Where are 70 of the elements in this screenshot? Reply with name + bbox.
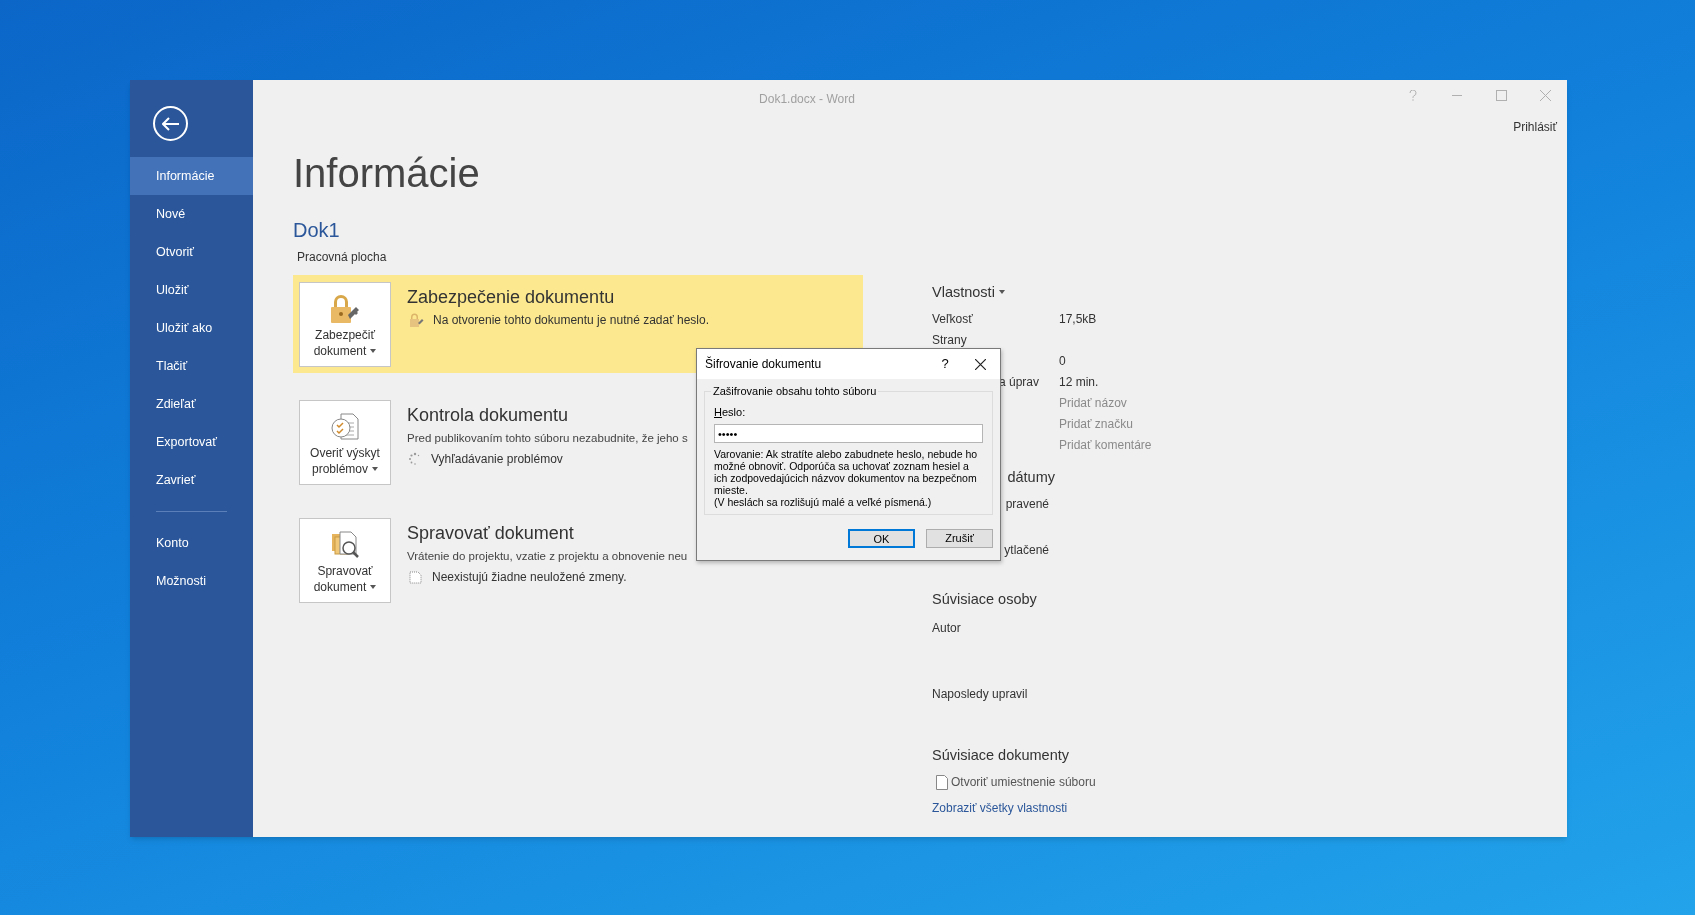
section-button[interactable]: Spravovať dokument bbox=[299, 518, 391, 603]
section-description: Vrátenie do projektu, vzatie z projektu a obnovenie neu bbox=[407, 549, 688, 564]
property-label: ytlačené bbox=[1004, 541, 1049, 559]
section-button[interactable]: Zabezpečiť dokument bbox=[299, 282, 391, 367]
section-heading: dátumy bbox=[1007, 468, 1055, 487]
note-text: (V heslách sa rozlišujú malé a veľké písmená.) bbox=[714, 495, 933, 508]
page-title: Informácie bbox=[293, 153, 481, 193]
section-button[interactable]: Overiť výskyt problémov bbox=[299, 400, 391, 485]
document-check-icon bbox=[329, 411, 361, 443]
section-title: Zabezpečenie dokumentu bbox=[407, 286, 616, 308]
help-icon bbox=[1409, 89, 1417, 101]
property-label: Autor bbox=[932, 619, 962, 637]
caret-icon bbox=[370, 348, 377, 353]
document-icon bbox=[936, 774, 948, 790]
sign-in-link[interactable]: Prihlásiť bbox=[1513, 118, 1557, 136]
property-field[interactable]: Pridať komentáre bbox=[1059, 435, 1219, 454]
section-title: Kontrola dokumentu bbox=[407, 404, 570, 426]
dialog-button[interactable]: OK bbox=[848, 528, 915, 548]
properties-heading[interactable]: Vlastnosti bbox=[932, 282, 1005, 304]
help-button[interactable]: ? bbox=[930, 351, 960, 377]
caret-icon bbox=[998, 290, 1005, 295]
lock-key-icon bbox=[328, 293, 362, 325]
section-title: Spravovať dokument bbox=[407, 522, 575, 544]
property-value: 17,5kB bbox=[1059, 310, 1097, 328]
property-field[interactable]: Pridať názov bbox=[1059, 393, 1219, 412]
section-heading: Súvisiace osoby bbox=[932, 589, 1038, 609]
back-arrow-icon bbox=[161, 116, 180, 131]
property-label: Strany bbox=[932, 331, 967, 349]
close-icon bbox=[974, 358, 986, 370]
password-field[interactable]: ••••• bbox=[714, 424, 983, 443]
open-location-link[interactable]: Otvoriť umiestnenie súboru bbox=[936, 773, 1096, 792]
property-value: 12 min. bbox=[1059, 373, 1099, 391]
dialog-button[interactable]: Zrušiť bbox=[926, 528, 993, 548]
field-label: Heslo: bbox=[714, 405, 747, 420]
maximize-icon bbox=[1495, 89, 1507, 101]
sidebar-item[interactable]: Nové bbox=[130, 195, 253, 233]
minimize-icon bbox=[1452, 94, 1462, 96]
document-location: Pracovná plocha bbox=[297, 249, 388, 266]
sidebar-item[interactable]: Možnosti bbox=[130, 562, 253, 600]
status-text: Neexistujú žiadne neuložené zmeny. bbox=[432, 569, 627, 587]
property-value: 0 bbox=[1059, 352, 1066, 370]
warning-text: Varovanie: Ak stratíte alebo zabudnete heslo, nebude ho možné obnoviť. Odporúča sa uchovať zoznam hesiel a ich zodpovedajúcich názvov dokumentov na bezpečnom mieste. bbox=[714, 447, 979, 496]
status-text: Na otvorenie tohto dokumentu je nutné zadať heslo. bbox=[433, 312, 710, 329]
status-text: Vyhľadávanie problémov bbox=[431, 451, 563, 469]
back-button[interactable] bbox=[153, 106, 188, 141]
caret-icon bbox=[372, 466, 378, 471]
section-description: Pred publikovaním tohto súboru nezabudnite, že jeho s bbox=[407, 431, 688, 446]
caret-icon bbox=[370, 584, 377, 589]
sidebar-item[interactable]: Otvoriť bbox=[130, 233, 253, 271]
window-title: Dok1.docx - Word bbox=[759, 91, 855, 108]
sidebar-item[interactable]: Zavrieť bbox=[130, 461, 253, 499]
property-label: Naposledy upravil bbox=[932, 685, 1029, 703]
sidebar-item[interactable]: Informácie bbox=[130, 157, 253, 195]
document-name: Dok1 bbox=[293, 218, 341, 243]
property-label: Veľkosť bbox=[932, 310, 973, 328]
section-heading: Súvisiace dokumenty bbox=[932, 745, 1070, 765]
sidebar-item[interactable]: Konto bbox=[130, 524, 253, 562]
sidebar-item[interactable]: Zdieľať bbox=[130, 385, 253, 423]
close-icon bbox=[1539, 89, 1551, 101]
show-all-properties-link[interactable]: Zobraziť všetky vlastnosti bbox=[932, 799, 1068, 818]
dialog-title: Šifrovanie dokumentu bbox=[705, 355, 823, 373]
spinner-icon bbox=[408, 452, 422, 467]
sidebar-item[interactable]: Exportovať bbox=[130, 423, 253, 461]
sidebar-item[interactable]: Uložiť bbox=[130, 271, 253, 309]
sidebar-item[interactable]: Uložiť ako bbox=[130, 309, 253, 347]
lock-key-icon bbox=[408, 312, 424, 328]
sidebar-item[interactable]: Tlačiť bbox=[130, 347, 253, 385]
property-field[interactable]: Pridať značku bbox=[1059, 414, 1219, 433]
document-icon bbox=[408, 569, 423, 585]
property-label: pravené bbox=[1005, 495, 1049, 513]
